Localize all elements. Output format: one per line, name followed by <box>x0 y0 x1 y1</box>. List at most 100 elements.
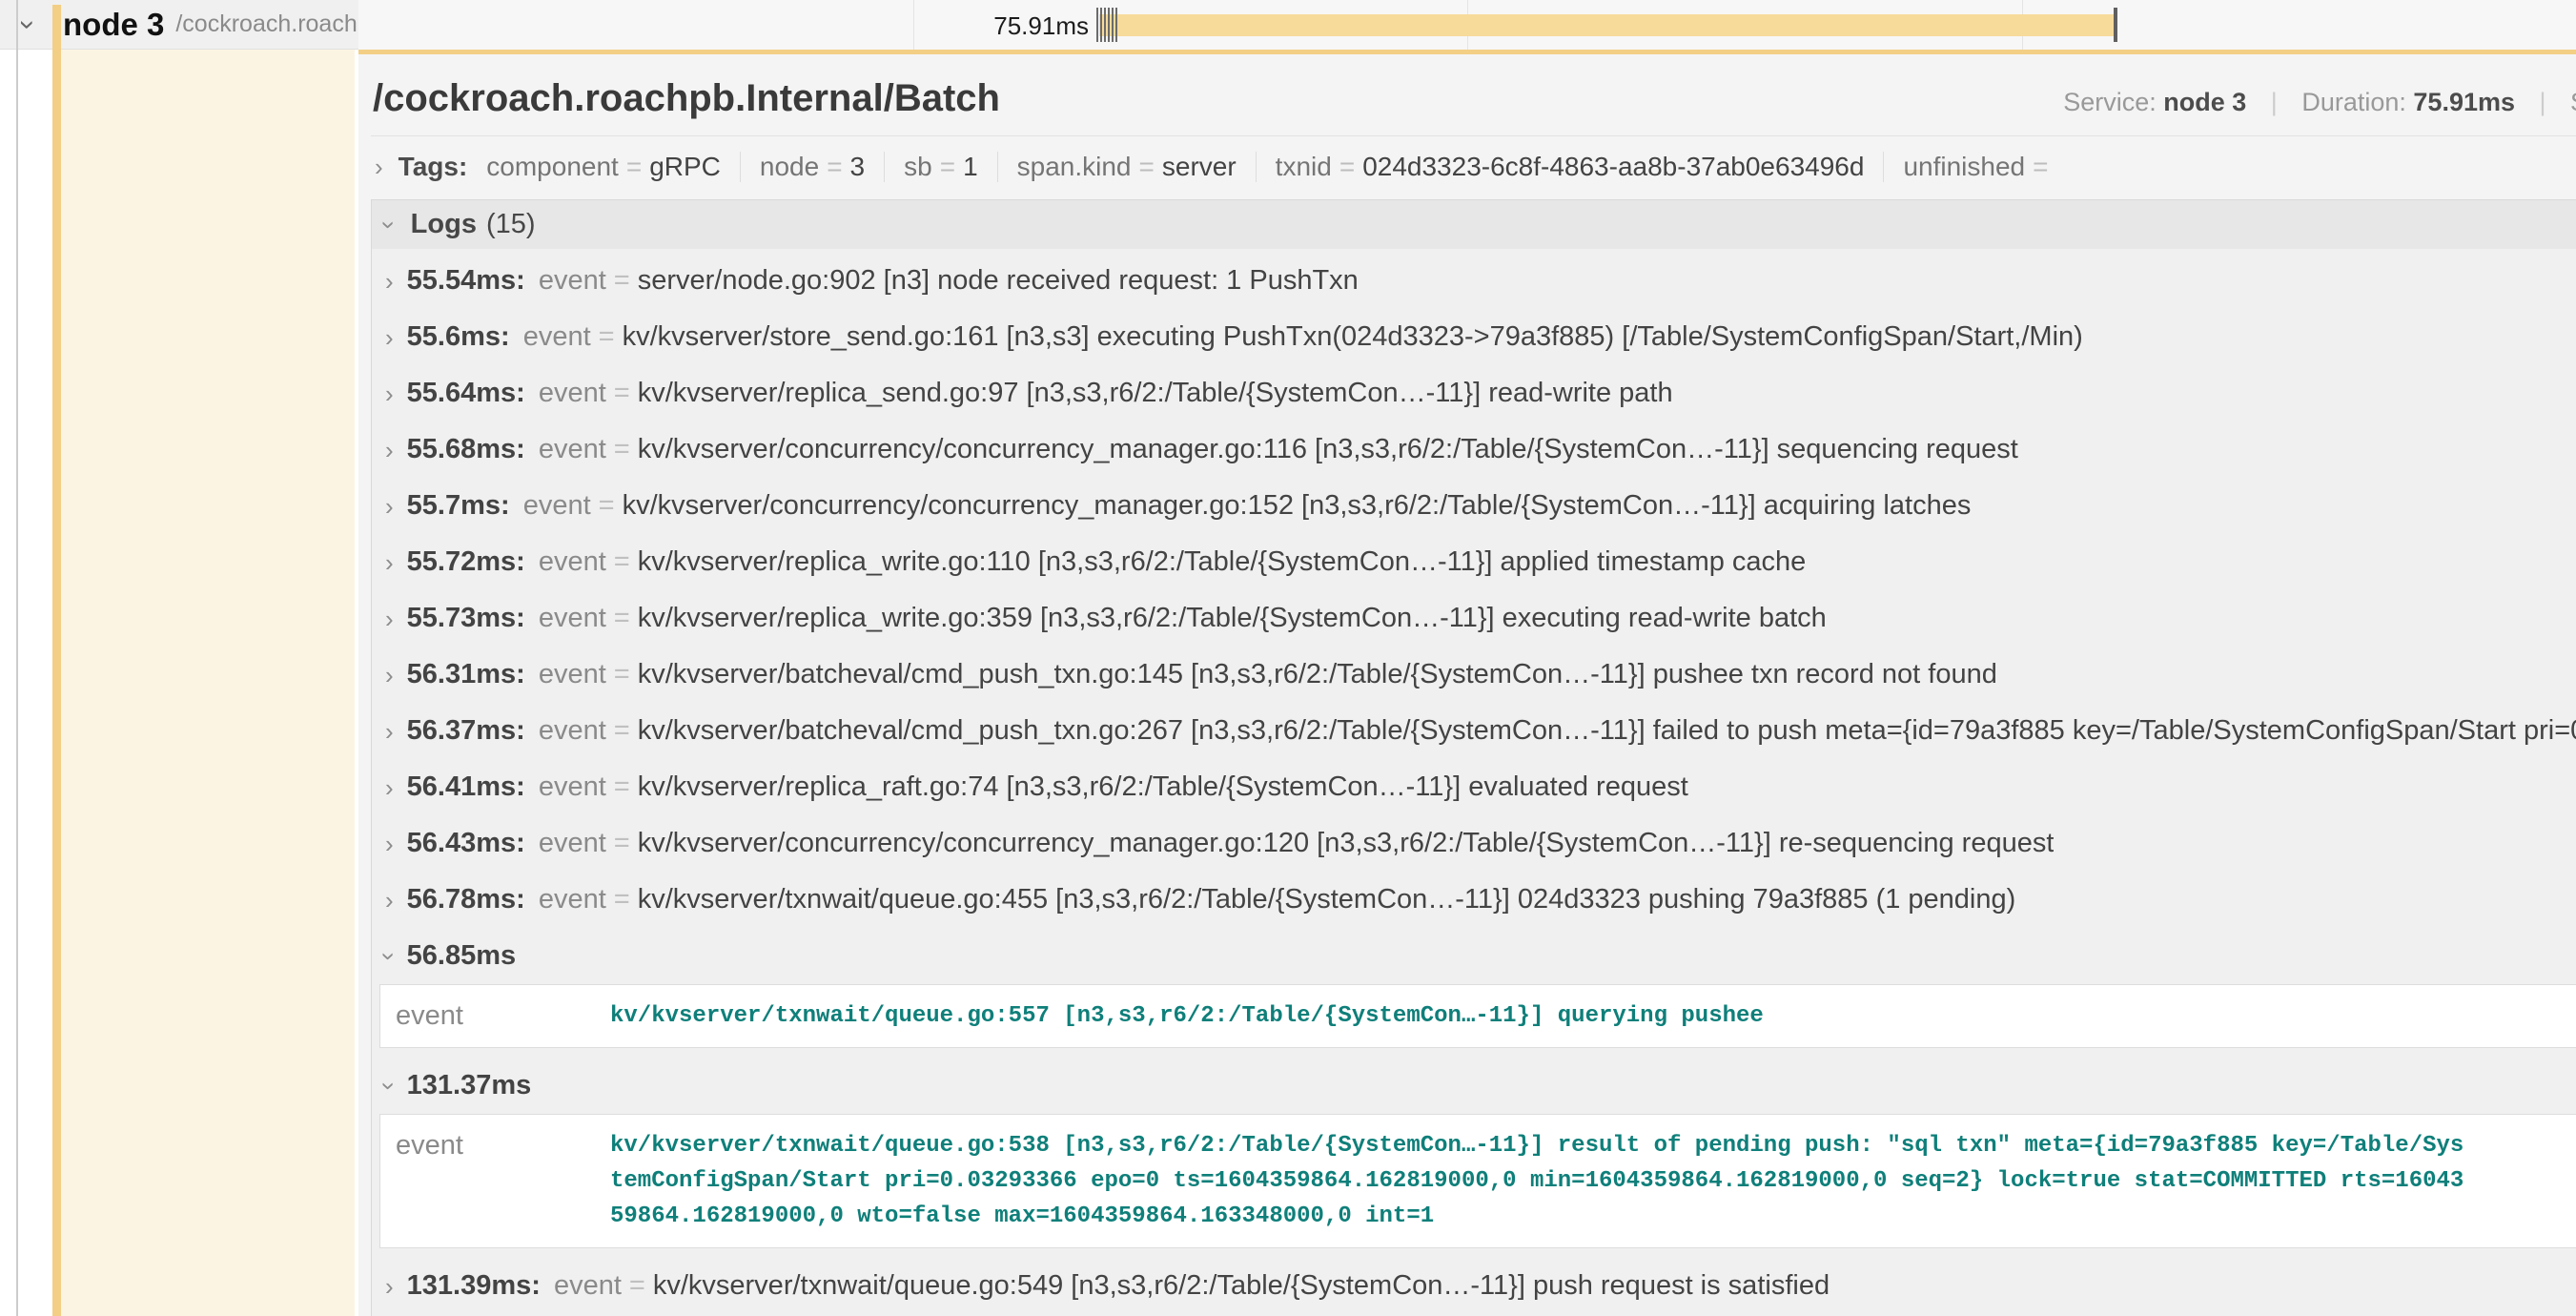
log-field-key: event <box>539 713 606 749</box>
log-entry-expanded: › 56.85ms event kv/kvserver/txnwait/queu… <box>372 928 2576 1048</box>
log-message: kv/kvserver/replica_send.go:97 [n3,s3,r6… <box>638 376 1673 411</box>
log-row[interactable]: › 55.54ms: event = server/node.go:902 [n… <box>372 253 2576 309</box>
log-row[interactable]: › 55.73ms: event = kv/kvserver/replica_w… <box>372 590 2576 647</box>
equals-sign: = <box>599 319 615 355</box>
equals-sign: = <box>614 601 630 636</box>
grid-line <box>913 0 914 50</box>
log-row[interactable]: › 56.31ms: event = kv/kvserver/batcheval… <box>372 647 2576 703</box>
log-timestamp: 56.43ms: <box>407 826 525 861</box>
log-timestamp: 55.68ms: <box>407 432 525 467</box>
main-area: /cockroach.roachpb.Internal/Batch Servic… <box>0 50 2576 1316</box>
log-timestamp: 56.37ms: <box>407 713 525 749</box>
log-row[interactable]: › 55.64ms: event = kv/kvserver/replica_s… <box>372 365 2576 422</box>
log-timestamp: 56.78ms: <box>407 882 525 917</box>
chevron-right-icon: › <box>385 607 394 631</box>
tags-label: Tags: <box>399 152 468 182</box>
log-row[interactable]: › 56.78ms: event = kv/kvserver/txnwait/q… <box>372 872 2576 928</box>
log-field-key: event <box>539 545 606 580</box>
timeline-ruler[interactable]: 75.91ms <box>358 0 2576 50</box>
equals-sign: = <box>614 263 630 298</box>
chevron-right-icon: › <box>385 832 394 856</box>
chevron-right-icon: › <box>385 1274 394 1299</box>
log-timestamp: 55.7ms: <box>407 488 510 524</box>
log-row-expanded-header[interactable]: › 56.85ms <box>372 928 2576 978</box>
log-field-key: event <box>539 263 606 298</box>
log-row[interactable]: › 56.43ms: event = kv/kvserver/concurren… <box>372 815 2576 872</box>
log-row[interactable]: › 55.7ms: event = kv/kvserver/concurrenc… <box>372 478 2576 534</box>
log-timestamp: 56.41ms: <box>407 770 525 805</box>
log-row[interactable]: › 55.72ms: event = kv/kvserver/replica_w… <box>372 534 2576 590</box>
equals-sign: = <box>1139 152 1155 182</box>
chevron-down-icon: › <box>377 952 401 960</box>
tag-value: 3 <box>850 152 866 182</box>
tag-key: txnid <box>1276 152 1332 182</box>
start-time-label: Start Time: <box>2570 88 2576 116</box>
tag-key: component <box>486 152 619 182</box>
chevron-right-icon: › <box>385 663 394 688</box>
chevron-right-icon: › <box>385 719 394 744</box>
log-message: kv/kvserver/concurrency/concurrency_mana… <box>623 488 1972 524</box>
log-row[interactable]: › 56.37ms: event = kv/kvserver/batcheval… <box>372 703 2576 759</box>
tag-value: gRPC <box>649 152 721 182</box>
chevron-right-icon: › <box>385 775 394 800</box>
equals-sign: = <box>2033 152 2048 182</box>
log-detail-card: event kv/kvserver/txnwait/queue.go:557 [… <box>379 984 2576 1048</box>
log-detail-card: event kv/kvserver/txnwait/queue.go:538 [… <box>379 1114 2576 1248</box>
log-row[interactable]: › 131.39ms: event = kv/kvserver/txnwait/… <box>372 1258 2576 1314</box>
log-row[interactable]: › 56.41ms: event = kv/kvserver/replica_r… <box>372 759 2576 815</box>
equals-sign: = <box>614 432 630 467</box>
tag-key: sb <box>904 152 932 182</box>
log-timestamp: 55.72ms: <box>407 545 525 580</box>
separator: | <box>2271 88 2278 116</box>
log-timestamp: 55.6ms: <box>407 319 510 355</box>
trace-detail-view: › node 3 /cockroach.roach… 75.91ms <box>0 0 2576 1316</box>
log-field-key: event <box>396 998 610 1034</box>
log-message: kv/kvserver/replica_write.go:110 [n3,s3,… <box>638 545 1807 580</box>
span-duration-bar[interactable] <box>1099 14 2114 36</box>
chevron-down-icon: › <box>377 220 401 229</box>
tag-item: node = 3 <box>721 152 865 182</box>
logs-count: (15) <box>486 209 536 240</box>
tag-item: unfinished = <box>1864 152 2055 182</box>
log-field-key: event <box>554 1268 622 1304</box>
log-message: kv/kvserver/store_send.go:161 [n3,s3] ex… <box>623 319 2083 355</box>
log-timestamp: 55.73ms: <box>407 601 525 636</box>
logs-toggle-header[interactable]: › Logs (15) <box>372 200 2576 249</box>
log-row[interactable]: › 55.6ms: event = kv/kvserver/store_send… <box>372 309 2576 365</box>
log-row[interactable]: › 55.68ms: event = kv/kvserver/concurren… <box>372 422 2576 478</box>
log-message: server/node.go:902 [n3] node received re… <box>638 263 1359 298</box>
log-message: kv/kvserver/replica_write.go:359 [n3,s3,… <box>638 601 1827 636</box>
selected-row-highlight[interactable] <box>60 50 355 1316</box>
log-field-value: kv/kvserver/txnwait/queue.go:557 [n3,s3,… <box>610 998 2474 1034</box>
equals-sign: = <box>614 657 630 692</box>
log-field-key: event <box>539 657 606 692</box>
span-service-name: node 3 <box>63 7 164 43</box>
chevron-right-icon: › <box>385 269 394 294</box>
log-field-key: event <box>523 488 591 524</box>
chevron-down-icon: › <box>377 1081 401 1090</box>
tag-item: span.kind = server <box>978 152 1237 182</box>
logs-title: Logs <box>411 209 477 240</box>
log-tick <box>1112 8 1114 42</box>
tree-guide-line <box>16 0 18 1316</box>
log-row-expanded-header[interactable]: › 131.37ms <box>372 1058 2576 1108</box>
span-meta: Service: node 3 | Duration: 75.91ms | St… <box>2063 88 2576 117</box>
equals-sign: = <box>614 882 630 917</box>
chevron-right-icon: › <box>385 888 394 913</box>
chevron-right-icon: › <box>385 494 394 519</box>
log-timestamp: 131.37ms <box>407 1070 532 1101</box>
chevron-right-icon: › <box>385 381 394 406</box>
tags-toggle-row[interactable]: › Tags: component = gRPC node = <box>371 136 2576 199</box>
equals-sign: = <box>940 152 955 182</box>
equals-sign: = <box>1339 152 1355 182</box>
log-tick <box>1115 8 1117 42</box>
duration-label: Duration: <box>2301 88 2406 116</box>
duration-value: 75.91ms <box>2413 88 2515 116</box>
log-field-value: kv/kvserver/txnwait/queue.go:538 [n3,s3,… <box>610 1128 2474 1234</box>
log-timestamp: 55.64ms: <box>407 376 525 411</box>
log-field-key: event <box>523 319 591 355</box>
log-marker-ticks <box>1096 8 1117 42</box>
span-detail-header: /cockroach.roachpb.Internal/Batch Servic… <box>371 54 2576 136</box>
log-timestamp: 56.85ms <box>407 940 517 972</box>
tag-item: sb = 1 <box>865 152 978 182</box>
